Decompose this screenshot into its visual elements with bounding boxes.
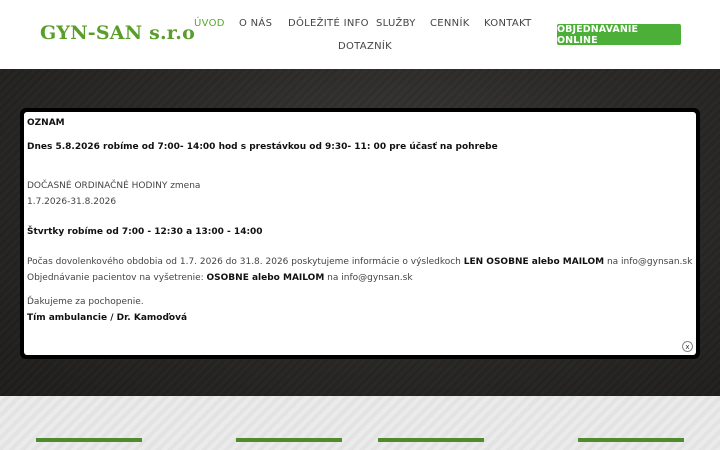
divider-line xyxy=(36,438,142,442)
vacation-info-suffix: na info@gynsan.sk xyxy=(604,257,693,267)
vacation-info-prefix: Počas dovolenkového obdobia od 1.7. 2026… xyxy=(27,257,464,267)
temp-hours-range: 1.7.2026-31.8.2026 xyxy=(27,197,117,207)
closure-notice: Dnes 5.8.2026 robíme od 7:00- 14:00 hod … xyxy=(27,142,498,152)
nav-item-cennik[interactable]: CENNÍK xyxy=(430,18,470,29)
site-logo[interactable]: GYN-SAN s.r.o xyxy=(40,22,195,44)
ordering-info-bold: OSOBNE alebo MAILOM xyxy=(206,273,325,283)
nav-item-sluzby[interactable]: SLUŽBY xyxy=(376,18,416,29)
nav-item-dotaznik[interactable]: DOTAZNÍK xyxy=(338,41,392,52)
ordering-info-prefix: Objednávanie pacientov na vyšetrenie: xyxy=(27,273,207,283)
order-online-button[interactable]: OBJEDNÁVANIE ONLINE xyxy=(557,24,681,46)
ordering-info: Objednávanie pacientov na vyšetrenie: OS… xyxy=(27,273,413,283)
thursday-hours: Štvrtky robíme od 7:00 - 12:30 a 13:00 -… xyxy=(27,227,263,237)
site-header: GYN-SAN s.r.o ÚVOD O NÁS DÔLEŽITÉ INFO S… xyxy=(0,0,720,69)
nav-item-o-nas[interactable]: O NÁS xyxy=(239,18,272,29)
vacation-info: Počas dovolenkového obdobia od 1.7. 2026… xyxy=(27,257,692,267)
nav-item-uvod[interactable]: ÚVOD xyxy=(194,18,225,29)
temp-hours-heading: DOČASNÉ ORDINAČNÉ HODINY zmena xyxy=(27,181,201,191)
modal-title: OZNAM xyxy=(27,118,65,128)
close-modal-button[interactable]: x xyxy=(682,341,693,352)
signature-text: Tím ambulancie / Dr. Kamoďová xyxy=(27,313,188,323)
divider-line xyxy=(378,438,484,442)
divider-line xyxy=(578,438,684,442)
nav-item-kontakt[interactable]: KONTAKT xyxy=(484,18,532,29)
divider-line xyxy=(236,438,342,442)
ordering-info-suffix: na info@gynsan.sk xyxy=(324,273,413,283)
thanks-text: Ďakujeme za pochopenie. xyxy=(27,297,144,307)
vacation-info-bold: LEN OSOBNE alebo MAILOM xyxy=(463,257,605,267)
nav-item-dolezite-info[interactable]: DÔLEŽITÉ INFO xyxy=(288,18,369,29)
